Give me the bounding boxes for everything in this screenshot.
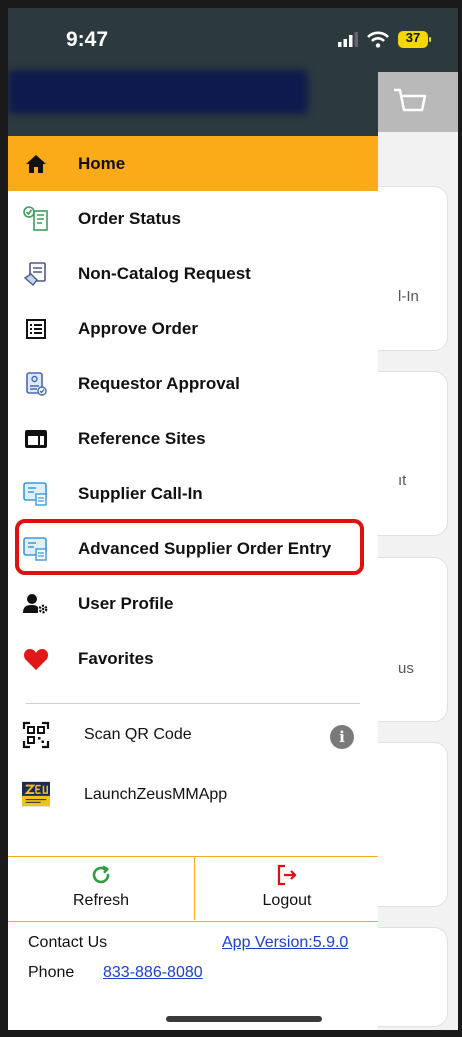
menu-item-non-catalog-request[interactable]: Non-Catalog Request xyxy=(8,246,378,301)
phone-frame: l-In ıt us Home Order Status Non-Catalog… xyxy=(0,0,462,1037)
requestor-approval-icon xyxy=(22,370,50,398)
background-card-text: us xyxy=(398,660,414,677)
status-bar-icons xyxy=(338,31,431,48)
user-settings-icon xyxy=(22,590,50,618)
screen: l-In ıt us Home Order Status Non-Catalog… xyxy=(8,8,458,1030)
menu-item-label: Reference Sites xyxy=(78,428,206,448)
logout-label: Logout xyxy=(262,892,312,909)
menu-item-label: Home xyxy=(78,153,126,173)
menu-item-home[interactable]: Home xyxy=(8,136,378,191)
menu-item-label: Order Status xyxy=(78,208,181,228)
heart-icon xyxy=(22,645,50,673)
menu-item-label: Requestor Approval xyxy=(78,373,240,393)
menu-item-reference-sites[interactable]: Reference Sites xyxy=(8,411,378,466)
refresh-button[interactable]: Refresh xyxy=(8,860,194,918)
menu-item-user-profile[interactable]: User Profile xyxy=(8,576,378,631)
menu-item-label: User Profile xyxy=(78,593,174,613)
menu-item-label: Non-Catalog Request xyxy=(78,263,251,283)
info-icon[interactable]: i xyxy=(330,725,354,749)
zeus-logo-icon xyxy=(22,780,50,808)
navigation-drawer: Home Order Status Non-Catalog Request Ap… xyxy=(8,8,378,1030)
contact-us-label: Contact Us xyxy=(28,934,108,951)
signal-icon xyxy=(338,32,358,47)
qr-code-icon xyxy=(22,721,50,749)
extra-item-label: LaunchZeusMMApp xyxy=(84,786,228,803)
menu-item-order-status[interactable]: Order Status xyxy=(8,191,378,246)
app-version-link[interactable]: App Version:5.9.0 xyxy=(222,934,348,952)
redacted-user-name xyxy=(8,70,308,114)
non-catalog-icon xyxy=(22,260,50,288)
menu-item-label: Favorites xyxy=(78,648,154,668)
highlight-annotation xyxy=(15,519,364,575)
footer-divider xyxy=(8,856,378,857)
home-icon xyxy=(22,150,50,178)
supplier-call-in-icon xyxy=(22,480,50,508)
menu-divider xyxy=(26,703,360,704)
menu-item-approve-order[interactable]: Approve Order xyxy=(8,301,378,356)
footer-divider xyxy=(8,921,378,922)
menu-item-scan-qr-code[interactable]: Scan QR Code i xyxy=(8,708,378,763)
menu-item-favorites[interactable]: Favorites xyxy=(8,631,378,686)
menu-item-launch-zeus[interactable]: LaunchZeusMMApp xyxy=(8,766,378,821)
home-indicator[interactable] xyxy=(166,1016,322,1022)
menu-item-label: Supplier Call-In xyxy=(78,483,203,503)
background-card-text: l-In xyxy=(398,288,419,305)
menu-item-requestor-approval[interactable]: Requestor Approval xyxy=(8,356,378,411)
drawer-header xyxy=(8,8,378,136)
refresh-label: Refresh xyxy=(72,892,130,909)
approve-list-icon xyxy=(22,315,50,343)
phone-label: Phone xyxy=(28,964,75,981)
menu-item-supplier-call-in[interactable]: Supplier Call-In xyxy=(8,466,378,521)
battery-level: 37 xyxy=(405,30,421,45)
logout-icon xyxy=(277,864,297,886)
extra-item-label: Scan QR Code xyxy=(84,726,192,743)
refresh-icon xyxy=(92,865,110,884)
order-status-icon xyxy=(22,205,50,233)
background-card-text: ıt xyxy=(398,472,407,489)
menu-item-label: Approve Order xyxy=(78,318,198,338)
cart-icon[interactable] xyxy=(390,82,430,122)
wifi-icon xyxy=(367,31,389,48)
phone-number-link[interactable]: 833-886-8080 xyxy=(103,964,203,982)
status-time: 9:47 xyxy=(66,28,109,51)
reference-sites-icon xyxy=(22,425,50,453)
logout-button[interactable]: Logout xyxy=(194,860,380,918)
